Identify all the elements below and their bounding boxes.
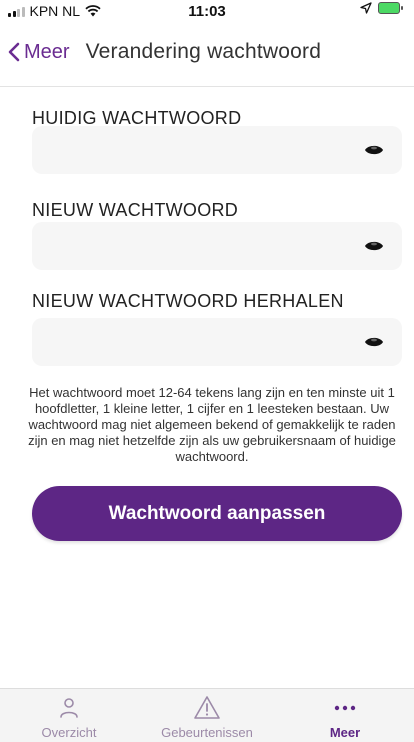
repeat-password-field[interactable]	[32, 318, 402, 366]
tab-label: Gebeurtenissen	[161, 725, 253, 740]
status-bar: KPN NL 11:03	[0, 0, 414, 22]
more-dots-icon	[334, 705, 356, 711]
status-time: 11:03	[188, 3, 226, 20]
tab-label: Meer	[329, 725, 361, 740]
tab-gebeurtenissen[interactable]: Gebeurtenissen	[138, 689, 276, 742]
tab-meer[interactable]: Meer	[276, 689, 414, 742]
eye-icon[interactable]	[364, 335, 384, 349]
change-password-button[interactable]: Wachtwoord aanpassen	[32, 486, 402, 541]
location-arrow-icon	[360, 2, 372, 14]
person-icon	[60, 698, 78, 718]
chevron-left-icon	[8, 42, 20, 62]
current-password-field[interactable]	[32, 126, 402, 174]
password-requirements-text: Het wachtwoord moet 12-64 tekens lang zi…	[28, 385, 396, 464]
eye-icon[interactable]	[364, 143, 384, 157]
back-label: Meer	[24, 40, 70, 63]
new-password-field[interactable]	[32, 222, 402, 270]
warning-icon	[194, 696, 220, 719]
tab-overzicht[interactable]: Overzicht	[0, 689, 138, 742]
repeat-password-label: NIEUW WACHTWOORD HERHALEN	[32, 291, 344, 311]
new-password-label: NIEUW WACHTWOORD	[32, 200, 239, 220]
status-right	[360, 2, 403, 14]
nav-bar: Meer Verandering wachtwoord	[0, 30, 414, 74]
back-button[interactable]: Meer	[8, 41, 70, 64]
eye-icon[interactable]	[364, 239, 384, 253]
nav-divider	[0, 86, 414, 87]
tab-label: Overzicht	[41, 725, 97, 740]
current-password-input[interactable]	[32, 126, 402, 174]
page-title: Verandering wachtwoord	[85, 40, 322, 63]
new-password-input[interactable]	[32, 222, 402, 270]
tab-bar: Overzicht Gebeurtenissen Meer	[0, 688, 414, 742]
repeat-password-input[interactable]	[32, 318, 402, 366]
battery-icon	[378, 2, 403, 14]
